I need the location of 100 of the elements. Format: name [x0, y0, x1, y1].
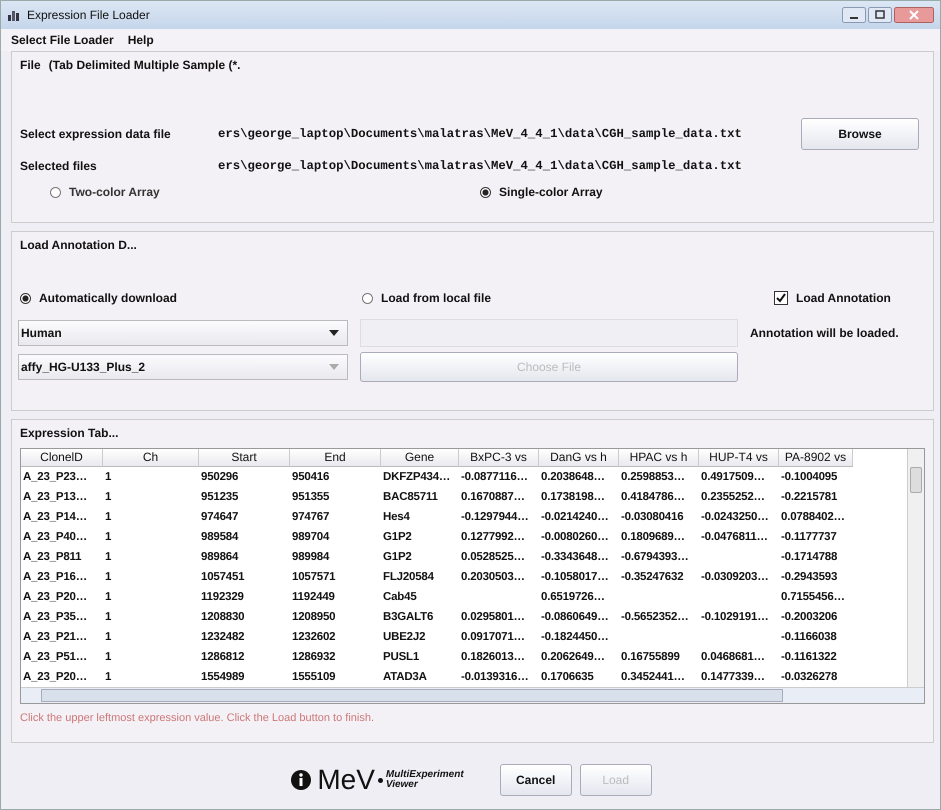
table-cell-text: 1	[104, 570, 112, 585]
table-cell-text: 1	[104, 670, 112, 685]
table-cell-text: A_23_P20…	[22, 670, 88, 685]
column-header[interactable]: Start	[199, 449, 290, 467]
table-cell-text: 989584	[200, 530, 240, 545]
table-cell-text: -0.0139316…	[460, 670, 530, 685]
table-cell-text: 1057571	[291, 570, 336, 585]
table-cell-text: 1192329	[200, 590, 245, 605]
browse-button[interactable]: Browse	[801, 118, 919, 150]
table-cell-text: A_23_P811	[22, 550, 82, 565]
window-title: Expression File Loader	[27, 8, 151, 22]
table-cell-text: 974767	[291, 510, 330, 525]
table-cell-text: 1286812	[200, 650, 246, 665]
table-cell-text: -0.2003206	[780, 610, 838, 625]
table-cell-text: 0.1277992…	[460, 530, 526, 545]
column-header[interactable]: Gene	[381, 449, 459, 467]
caret-icon	[329, 363, 339, 371]
radio-button[interactable]	[362, 292, 373, 304]
table-cell-text: 1	[104, 470, 112, 485]
menu-item[interactable]: Select File Loader	[11, 33, 114, 47]
close-icon[interactable]	[894, 7, 934, 23]
table-cell-text: BAC85711	[382, 490, 439, 505]
table-cell-text: A_23_P16…	[22, 570, 88, 585]
table-cell-text: -0.1161322	[780, 650, 838, 665]
table-cell-text: 1057451	[200, 570, 246, 585]
table-cell-text: -0.1714788	[780, 550, 838, 565]
table-cell-text: Hes4	[382, 510, 411, 525]
panel-title: File	[20, 58, 41, 72]
table-cell-text: 1555109	[291, 670, 336, 685]
horizontal-scrollbar[interactable]	[21, 687, 924, 703]
radio-button[interactable]	[20, 292, 31, 304]
table-cell-text: A_23_P40…	[22, 530, 88, 545]
table-cell-text: UBE2J2	[382, 630, 426, 645]
file-path-field[interactable]: ers\george_laptop\Documents\malatras\MeV_4_4_1\data\CGH_sample_data.txt	[218, 127, 793, 141]
table-cell-text: -0.6794393…	[620, 550, 690, 565]
table-cell-text: DKFZP434…	[382, 470, 452, 485]
checkbox[interactable]	[774, 291, 788, 305]
table-cell-text: 0.2355252…	[700, 490, 766, 505]
table-cell-text: -0.0877116…	[460, 470, 529, 485]
table-cell-text: 0.0917071…	[460, 630, 526, 645]
panel-title: Expression Tab...	[20, 426, 118, 440]
radio-label: Load from local file	[381, 291, 492, 305]
column-header[interactable]: Ch	[103, 449, 199, 467]
table-cell-text: 0.1738198…	[540, 490, 606, 505]
table-cell-text: 0.0468681…	[700, 650, 766, 665]
table-cell-text: 1192449	[291, 590, 336, 605]
column-header[interactable]: HPAC vs h	[619, 449, 699, 467]
maximize-icon[interactable]	[868, 7, 892, 23]
table-cell-text: 0.4917509…	[700, 470, 766, 485]
table-cell-text: Cab45	[382, 590, 418, 605]
table-cell-text: 1286932	[291, 650, 336, 665]
radio-label: Two-color Array	[69, 185, 160, 199]
column-header[interactable]: End	[290, 449, 381, 467]
array-dropdown[interactable]: affy_HG-U133_Plus_2	[18, 354, 348, 380]
column-header[interactable]: ClonelD	[21, 449, 103, 467]
menu-item[interactable]: Help	[128, 33, 154, 47]
table-cell-text: -0.0214240…	[540, 510, 610, 525]
column-header[interactable]: PA-8902 vs	[779, 449, 853, 467]
table-cell-text: B3GALT6	[382, 610, 434, 625]
hint-text: Click the upper leftmost expression value. Click the Load button to finish.	[20, 711, 376, 726]
table-cell-text: 0.0295801…	[460, 610, 526, 625]
table-cell-text: 1	[104, 490, 112, 505]
organism-dropdown[interactable]: Human	[18, 320, 348, 346]
table-cell-text: 1208950	[291, 610, 336, 625]
column-header[interactable]: DanG vs h	[539, 449, 619, 467]
table-cell-text: 0.3452441…	[620, 670, 686, 685]
field-label: Selected files	[20, 159, 98, 173]
column-header[interactable]: HUP-T4 vs	[699, 449, 779, 467]
table-cell-text: A_23_P13…	[22, 490, 88, 505]
dialog-button[interactable]: Cancel	[500, 764, 572, 796]
table-cell-text: 950296	[200, 470, 240, 485]
table-cell-text: -0.35247632	[620, 570, 684, 585]
table-cell-text: 0.2062649…	[540, 650, 606, 665]
table-cell-text: A_23_P51…	[22, 650, 88, 665]
table-cell-text: -0.0309203…	[700, 570, 770, 585]
chart-icon	[7, 9, 21, 21]
table-cell-text: 0.4184786…	[620, 490, 686, 505]
table-cell-text: 950416	[291, 470, 330, 485]
table-cell-text: 951235	[200, 490, 240, 505]
table-cell-text: 1	[104, 550, 112, 565]
table-cell-text: 1	[104, 590, 112, 605]
table-cell-text: 989984	[291, 550, 330, 565]
table-cell-text: 1554989	[200, 670, 246, 685]
table-cell-text: FLJ20584	[382, 570, 435, 585]
table-cell-text: 0.7155456…	[780, 590, 846, 605]
radio-button[interactable]	[50, 186, 61, 198]
minimize-icon[interactable]	[842, 7, 866, 23]
table-cell-text: 1	[104, 510, 112, 525]
table-cell-text: -0.3343648…	[540, 550, 610, 565]
file-path-text: ers\george_laptop\Documents\malatras\MeV_4_4_1\data\CGH_sample_data.txt	[218, 159, 743, 173]
table-cell-text: 1	[104, 610, 112, 625]
table-cell-text: 0.2030503…	[460, 570, 526, 585]
column-header[interactable]: BxPC-3 vs	[459, 449, 539, 467]
table-cell-text: A_23_P14…	[22, 510, 88, 525]
vertical-scrollbar[interactable]	[907, 449, 924, 687]
table-cell-text: A_23_P21…	[22, 630, 88, 645]
table-cell-text: 1208830	[200, 610, 246, 625]
table-cell-text: -0.1166038	[780, 630, 838, 645]
radio-button[interactable]	[480, 186, 491, 198]
status-text: Annotation will be loaded.	[750, 326, 899, 340]
